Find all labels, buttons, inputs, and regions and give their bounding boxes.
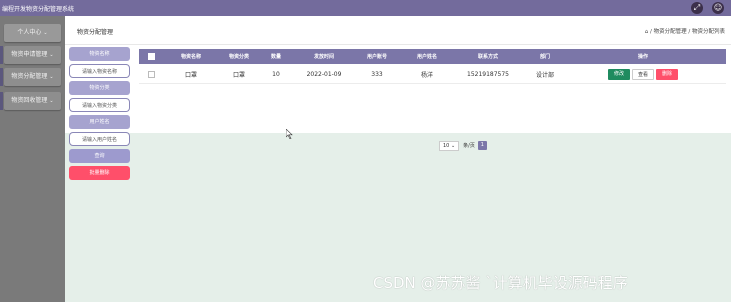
cell-issue-time: 2022-01-09 — [306, 70, 342, 78]
chevron-down-icon: ⌄ — [49, 52, 54, 58]
checkbox-icon — [147, 70, 155, 78]
edit-button[interactable]: 修改 — [608, 68, 630, 80]
batch-delete-button[interactable]: 批量删除 — [69, 166, 130, 180]
sidebar-item-supply-recycle[interactable]: 物资回收管理 ⌄ — [4, 92, 61, 110]
cell-department: 设计部 — [535, 71, 554, 79]
delete-button[interactable]: 删除 — [656, 68, 678, 80]
page-header: 物资分配管理 ⌂ / 物资分配管理 / 物资分配列表 — [65, 16, 731, 45]
expand-icon[interactable]: ⤢ — [691, 2, 703, 14]
user-name-input[interactable]: 请输入用户姓名 — [69, 132, 130, 146]
table-header: 物资名称 物资分类 数量 发放时间 用户账号 用户姓名 联系方式 部门 操作 — [139, 49, 726, 64]
page-size-select[interactable]: 10 ⌄ — [439, 140, 460, 151]
cell-quantity: 10 — [272, 70, 280, 78]
column-header[interactable]: 物资名称 — [169, 49, 213, 64]
sidebar-item-label: 物资回收管理 — [11, 97, 48, 104]
view-button[interactable]: 查看 — [632, 68, 654, 80]
app-title: 编程开发物资分配管理系统 — [2, 6, 75, 13]
supply-name-label: 物资名称 — [69, 47, 130, 61]
select-all-checkbox[interactable] — [145, 49, 157, 64]
cell-user-name: 杨洋 — [420, 71, 433, 79]
chevron-down-icon: ⌄ — [43, 30, 48, 36]
chevron-down-icon: ⌄ — [49, 74, 54, 80]
cell-contact: 15219187575 — [467, 70, 509, 78]
user-name-label: 用户姓名 — [69, 115, 130, 129]
supply-category-label: 物资分类 — [69, 81, 130, 95]
column-header[interactable]: 发放时间 — [299, 49, 349, 64]
column-header[interactable]: 用户姓名 — [405, 49, 449, 64]
sidebar: 个人中心 ⌄ 物资申请管理 ⌄ 物资分配管理 ⌄ 物资回收管理 ⌄ — [0, 16, 65, 302]
column-header[interactable]: 物资分类 — [217, 49, 261, 64]
content-panel: 物资名称 请输入物资名称 物资分类 请输入物资分类 用户姓名 请输入用户姓名 查… — [65, 45, 731, 180]
sidebar-active-indicator — [0, 92, 3, 110]
cell-supply-category: 口罩 — [232, 71, 245, 79]
pagination: 10 ⌄ 条/页 1 — [439, 140, 487, 151]
watermark-text: CSDN @苏苏酱 `计算机毕设源码程序 — [373, 274, 628, 292]
page-size-value: 10 — [443, 142, 450, 149]
page-size-suffix: 条/页 — [463, 143, 475, 149]
user-icon[interactable]: ☺ — [712, 2, 724, 14]
sidebar-item-label: 个人中心 — [17, 29, 42, 36]
mouse-cursor-icon — [286, 129, 293, 139]
page-title: 物资分配管理 — [77, 29, 114, 36]
sidebar-item-supply-application[interactable]: 物资申请管理 ⌄ — [4, 46, 61, 64]
supply-category-input[interactable]: 请输入物资分类 — [69, 98, 130, 112]
sidebar-item-label: 物资申请管理 — [11, 51, 48, 58]
page-number-button[interactable]: 1 — [477, 141, 487, 150]
row-checkbox[interactable] — [145, 65, 157, 83]
column-header: 操作 — [637, 54, 648, 60]
top-bar: 编程开发物资分配管理系统 ⤢ ☺ — [0, 0, 731, 16]
sidebar-item-label: 物资分配管理 — [11, 73, 48, 80]
row-actions: 修改 查看 删除 — [591, 65, 695, 83]
query-button[interactable]: 查询 — [69, 149, 130, 163]
chevron-down-icon: ⌄ — [49, 98, 54, 104]
sidebar-item-supply-allocation[interactable]: 物资分配管理 ⌄ — [4, 68, 61, 86]
checkbox-icon — [147, 53, 155, 60]
chevron-down-icon: ⌄ — [450, 142, 456, 149]
breadcrumb: ⌂ / 物资分配管理 / 物资分配列表 — [644, 29, 725, 35]
column-header[interactable]: 用户账号 — [351, 49, 403, 64]
search-panel: 物资名称 请输入物资名称 物资分类 请输入物资分类 用户姓名 请输入用户姓名 查… — [69, 47, 131, 183]
column-header[interactable]: 部门 — [525, 49, 565, 64]
cell-user-account: 333 — [371, 70, 383, 78]
column-header[interactable]: 数量 — [261, 49, 291, 64]
supply-name-input[interactable]: 请输入物资名称 — [69, 64, 130, 78]
sidebar-active-indicator — [0, 68, 3, 86]
main-area: 物资分配管理 ⌂ / 物资分配管理 / 物资分配列表 物资名称 请输入物资名称 … — [65, 16, 731, 302]
table-row: 口罩 口罩 10 2022-01-09 333 杨洋 15219187575 设… — [139, 65, 726, 84]
cell-supply-name: 口罩 — [184, 71, 197, 79]
sidebar-active-indicator — [0, 46, 3, 64]
column-header[interactable]: 联系方式 — [459, 49, 517, 64]
sidebar-item-personal-center[interactable]: 个人中心 ⌄ — [4, 24, 61, 42]
